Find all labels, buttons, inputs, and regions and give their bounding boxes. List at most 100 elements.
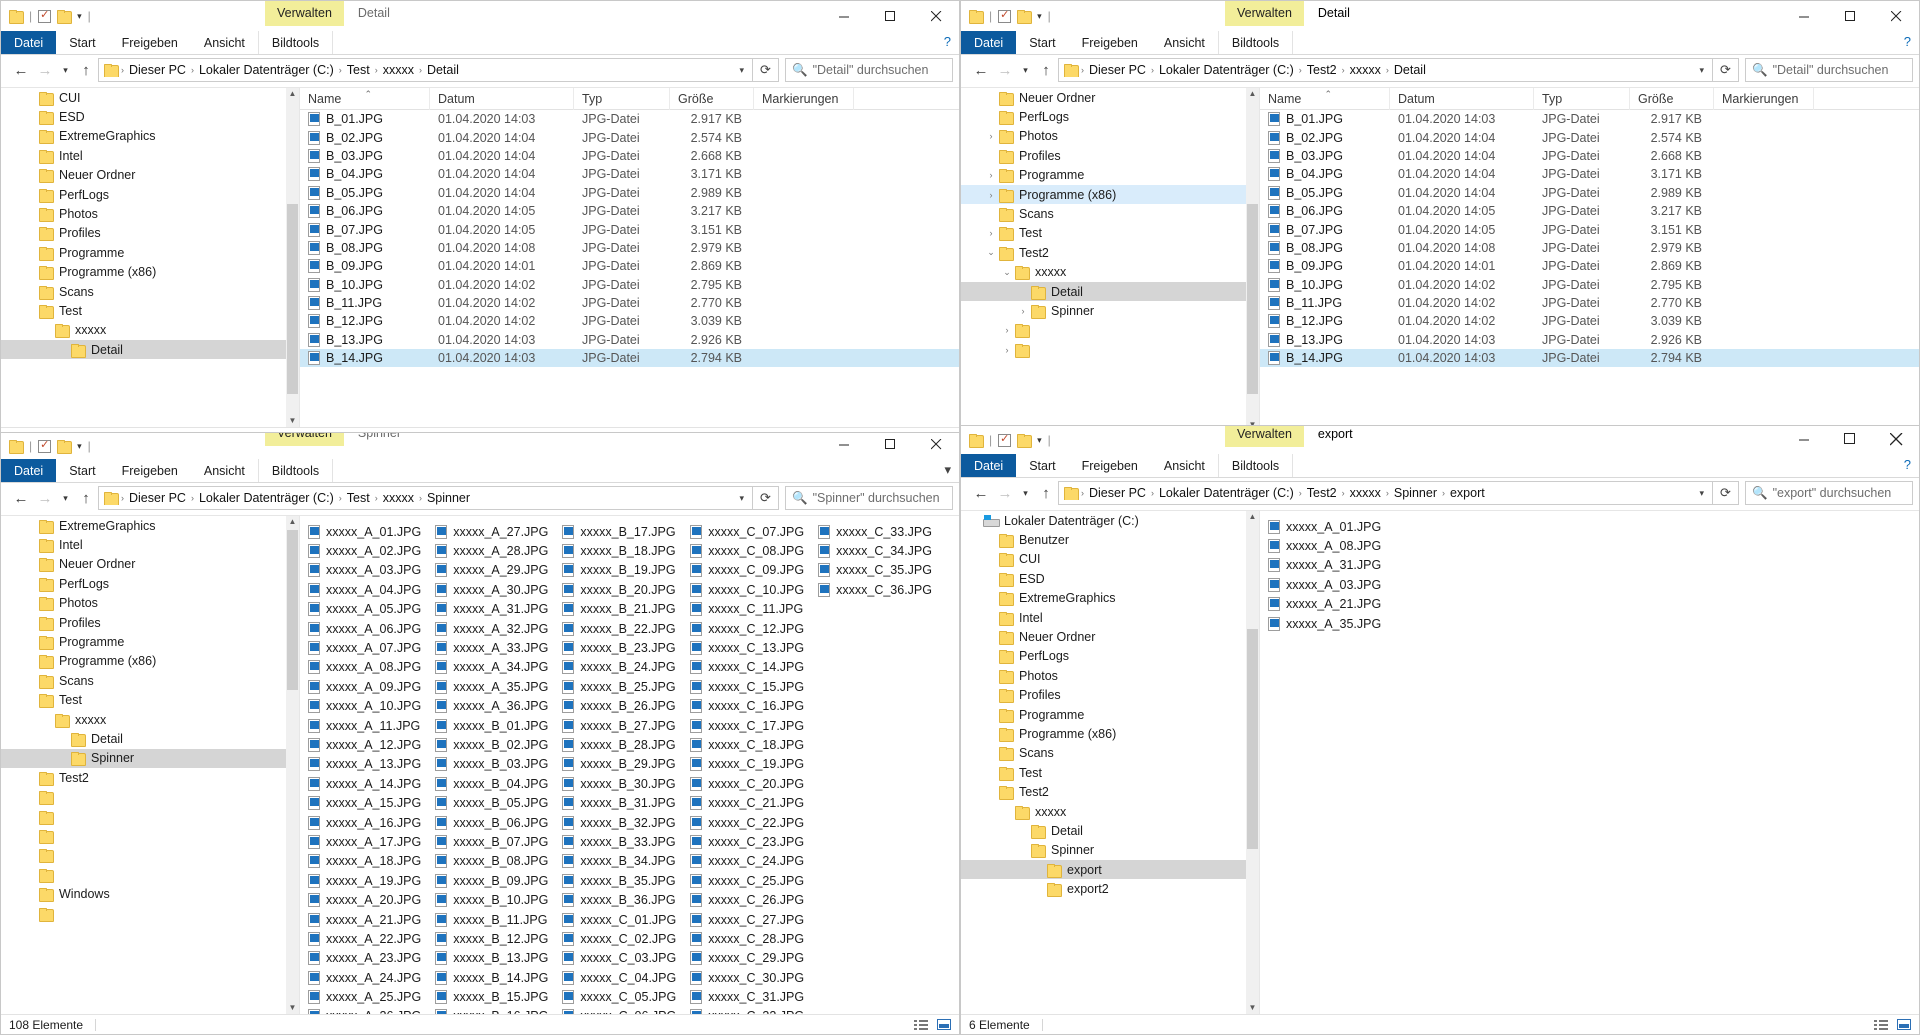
list-item[interactable]: xxxxx_B_11.JPG (435, 910, 562, 929)
list-item[interactable]: xxxxx_B_32.JPG (562, 813, 690, 832)
manage-tool-tab[interactable]: Verwalten (265, 1, 344, 26)
tree-item-neuer-ordner[interactable]: Neuer Ordner (961, 627, 1259, 646)
scroll-down-icon[interactable]: ▼ (289, 1002, 297, 1014)
explorer-window-export[interactable]: | ▾ | Verwalten export Datei Start Freig… (960, 425, 1920, 1035)
column-header-datum[interactable]: Datum (430, 88, 574, 110)
tree-item[interactable] (1, 807, 299, 826)
list-item[interactable]: xxxxx_A_05.JPG (308, 600, 435, 619)
table-row[interactable]: B_04.JPG 01.04.2020 14:04 JPG-Datei 3.171 K… (1260, 165, 1919, 183)
list-item[interactable]: xxxxx_B_27.JPG (562, 716, 690, 735)
list-item[interactable]: xxxxx_B_23.JPG (562, 638, 690, 657)
column-header-name[interactable]: Name ⌃ (1260, 88, 1390, 110)
list-item[interactable]: xxxxx_B_25.JPG (562, 677, 690, 696)
refresh-icon[interactable]: ⟳ (753, 486, 779, 510)
list-item[interactable]: xxxxx_B_05.JPG (435, 793, 562, 812)
tree-item-perflogs[interactable]: PerfLogs (961, 647, 1259, 666)
tree-item-export[interactable]: export (961, 860, 1259, 880)
list-item[interactable]: xxxxx_C_02.JPG (562, 929, 690, 948)
scroll-up-icon[interactable]: ▲ (289, 516, 297, 528)
breadcrumb-path[interactable]: › Dieser PC › Lokaler Datenträger (C:) › Test… (104, 63, 735, 77)
file-list-pane[interactable]: Name ⌃ Datum Typ Größe Markierungen B_01.JPG 0… (299, 88, 959, 427)
title-bar[interactable]: | ▾ | Verwalten Detail (1, 1, 959, 31)
list-item[interactable]: xxxxx_B_04.JPG (435, 774, 562, 793)
tree-item-xxxxx[interactable]: xxxxx (961, 802, 1259, 821)
tree-item[interactable] (1, 904, 299, 923)
list-item[interactable]: xxxxx_C_01.JPG (562, 910, 690, 929)
column-header-gr-e[interactable]: Größe (1630, 88, 1714, 110)
list-item[interactable]: xxxxx_A_21.JPG (1268, 595, 1528, 614)
list-item[interactable]: xxxxx_B_12.JPG (435, 929, 562, 948)
tab-datei[interactable]: Datei (961, 454, 1017, 477)
refresh-icon[interactable]: ⟳ (1713, 58, 1739, 82)
list-item[interactable]: xxxxx_A_35.JPG (1268, 614, 1528, 633)
breadcrumb-segment[interactable]: Lokaler Datenträger (C:) (1155, 486, 1298, 500)
file-list-pane[interactable]: xxxxx_A_01.JPG xxxxx_A_02.JPG xxxxx_A_03.J… (299, 516, 959, 1014)
tree-item-test[interactable]: Test (1, 691, 299, 710)
list-item[interactable]: xxxxx_A_21.JPG (308, 910, 435, 929)
tree-item-programme-x86[interactable]: Programme (x86) (961, 724, 1259, 743)
list-item[interactable]: xxxxx_B_17.JPG (562, 522, 690, 541)
column-headers[interactable]: Name ⌃ Datum Typ Größe Markierungen (300, 88, 959, 110)
back-arrow-icon[interactable]: ← (9, 58, 33, 82)
tree-item-neuer-ordner[interactable]: Neuer Ordner (961, 88, 1259, 107)
window-controls[interactable] (1781, 1, 1919, 31)
list-item[interactable]: xxxxx_C_35.JPG (818, 561, 946, 580)
table-row[interactable]: B_04.JPG 01.04.2020 14:04 JPG-Datei 3.171 K… (300, 165, 959, 183)
address-bar[interactable]: ← → ▾ ↑ › Dieser PC › Lokaler Datenträger (… (961, 55, 1919, 87)
tree-item-intel[interactable]: Intel (1, 535, 299, 554)
list-item[interactable]: xxxxx_A_32.JPG (435, 619, 562, 638)
list-item[interactable]: xxxxx_B_30.JPG (562, 774, 690, 793)
list-item[interactable]: xxxxx_B_08.JPG (435, 852, 562, 871)
ribbon-tabs[interactable]: Datei Start Freigeben Ansicht Bildtools … (1, 31, 959, 55)
manage-tool-tab[interactable]: Verwalten (265, 433, 344, 446)
chevron-right-icon[interactable]: › (999, 325, 1015, 335)
breadcrumb-segment[interactable]: Lokaler Datenträger (C:) (195, 63, 338, 77)
list-item[interactable]: xxxxx_A_25.JPG (308, 987, 435, 1006)
list-item[interactable]: xxxxx_A_01.JPG (308, 522, 435, 541)
maximize-icon[interactable] (1827, 1, 1873, 31)
column-header-gr-e[interactable]: Größe (670, 88, 754, 110)
explorer-window-spinner[interactable]: | ▾ | Verwalten Spinner Datei Start Frei… (0, 432, 960, 1035)
window-controls[interactable] (821, 433, 959, 459)
table-row[interactable]: B_08.JPG 01.04.2020 14:08 JPG-Datei 2.979 K… (300, 239, 959, 257)
title-bar[interactable]: | ▾ | Verwalten Spinner (1, 433, 959, 459)
tree-item-programme-x86[interactable]: Programme (x86) (1, 263, 299, 282)
list-item[interactable]: xxxxx_A_34.JPG (435, 658, 562, 677)
table-row[interactable]: B_10.JPG 01.04.2020 14:02 JPG-Datei 2.795 K… (300, 276, 959, 294)
tree-item-perflogs[interactable]: PerfLogs (961, 107, 1259, 126)
breadcrumb-segment[interactable]: xxxxx (1346, 63, 1385, 77)
tab-ansicht[interactable]: Ansicht (191, 31, 258, 54)
scroll-down-icon[interactable]: ▼ (1249, 1002, 1257, 1014)
tab-freigeben[interactable]: Freigeben (1069, 454, 1151, 477)
new-folder-icon[interactable] (1017, 434, 1033, 448)
search-input[interactable]: 🔍 "export" durchsuchen (1745, 481, 1913, 505)
up-one-level-icon[interactable]: ↑ (74, 58, 98, 82)
list-item[interactable]: xxxxx_C_23.JPG (690, 832, 818, 851)
table-row[interactable]: B_01.JPG 01.04.2020 14:03 JPG-Datei 2.917 K… (300, 110, 959, 128)
tree-item-esd[interactable]: ESD (961, 569, 1259, 588)
tree-item-extremegraphics[interactable]: ExtremeGraphics (1, 127, 299, 146)
list-item[interactable]: xxxxx_C_34.JPG (818, 541, 946, 560)
tab-datei[interactable]: Datei (961, 31, 1017, 54)
list-item[interactable]: xxxxx_C_20.JPG (690, 774, 818, 793)
list-item[interactable]: xxxxx_A_26.JPG (308, 1007, 435, 1014)
chevron-down-icon[interactable]: ▾ (77, 441, 82, 452)
breadcrumb-segment[interactable]: xxxxx (379, 63, 418, 77)
scroll-down-icon[interactable]: ▼ (289, 415, 297, 427)
breadcrumb[interactable]: › Dieser PC › Lokaler Datenträger (C:) › Test… (98, 58, 753, 82)
column-header-typ[interactable]: Typ (574, 88, 670, 110)
list-item[interactable]: xxxxx_C_28.JPG (690, 929, 818, 948)
list-item[interactable]: xxxxx_C_07.JPG (690, 522, 818, 541)
scroll-up-icon[interactable]: ▲ (289, 88, 297, 100)
breadcrumb-path[interactable]: › Dieser PC › Lokaler Datenträger (C:) › Test… (1064, 63, 1695, 77)
file-list-pane[interactable]: xxxxx_A_01.JPG xxxxx_A_08.JPG xxxxx_A_31.J… (1259, 511, 1919, 1014)
breadcrumb-segment[interactable]: Test (343, 63, 374, 77)
tree-item-programme-x86[interactable]: Programme (x86) (1, 652, 299, 671)
list-item[interactable]: xxxxx_A_16.JPG (308, 813, 435, 832)
tab-freigeben[interactable]: Freigeben (1069, 31, 1151, 54)
tree-item-benutzer[interactable]: Benutzer (961, 530, 1259, 549)
list-item[interactable]: xxxxx_A_17.JPG (308, 832, 435, 851)
chevron-right-icon[interactable]: › (983, 228, 999, 238)
tree-item-neuer-ordner[interactable]: Neuer Ordner (1, 166, 299, 185)
tab-start[interactable]: Start (1016, 31, 1068, 54)
